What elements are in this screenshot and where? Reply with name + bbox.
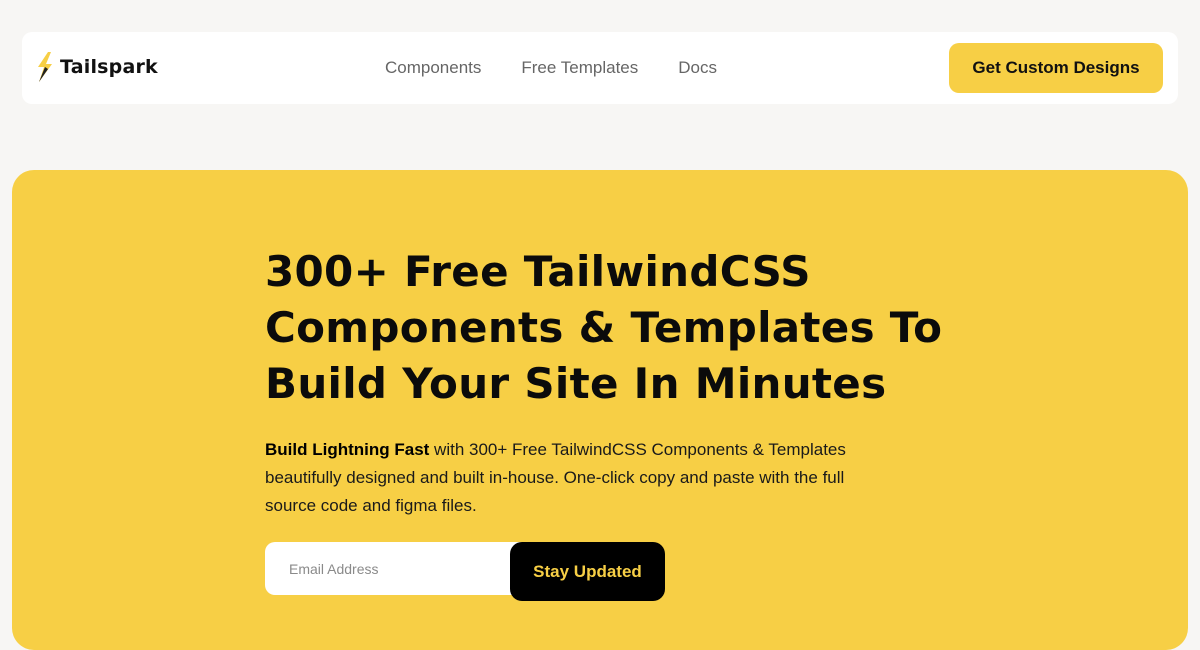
- hero-section: 300+ Free TailwindCSS Components & Templ…: [12, 170, 1188, 650]
- brand-logo[interactable]: Tailspark: [36, 52, 158, 82]
- hero-title: 300+ Free TailwindCSS Components & Templ…: [265, 244, 985, 412]
- hero-title-line: 300+ Free TailwindCSS: [265, 247, 811, 296]
- stay-updated-button[interactable]: Stay Updated: [510, 542, 665, 601]
- email-input[interactable]: [265, 542, 535, 595]
- hero-title-line: Build Your Site In Minutes: [265, 359, 887, 408]
- nav-link-components[interactable]: Components: [385, 58, 481, 78]
- top-navbar: Tailspark Components Free Templates Docs…: [22, 32, 1178, 104]
- get-custom-designs-button[interactable]: Get Custom Designs: [949, 43, 1163, 93]
- hero-title-line: Components & Templates To: [265, 303, 943, 352]
- main-nav: Components Free Templates Docs: [385, 58, 717, 78]
- lightning-bolt-icon: [36, 52, 54, 82]
- nav-link-docs[interactable]: Docs: [678, 58, 717, 78]
- hero-description: Build Lightning Fast with 300+ Free Tail…: [265, 436, 855, 520]
- brand-name: Tailspark: [60, 56, 158, 78]
- newsletter-form: Stay Updated: [265, 542, 665, 602]
- nav-link-free-templates[interactable]: Free Templates: [521, 58, 638, 78]
- hero-description-highlight: Build Lightning Fast: [265, 440, 430, 459]
